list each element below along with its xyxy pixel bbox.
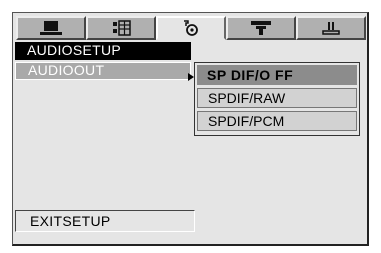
option-spdif-off[interactable]: SP DIF/O FF: [197, 65, 357, 85]
tab-general-setup[interactable]: [16, 16, 86, 40]
option-spdif-raw[interactable]: SPDIF/RAW: [197, 88, 357, 108]
tv-monitor-icon: [40, 21, 62, 35]
tab-video-setup[interactable]: [226, 16, 296, 40]
audio-setup-title: AUDIOSETUP: [15, 42, 191, 60]
audio-note-icon: [184, 20, 198, 36]
tab-bar: [16, 16, 366, 40]
preference-tray-icon: [322, 22, 340, 35]
exit-setup-button[interactable]: EXITSETUP: [15, 210, 195, 232]
tab-speaker-setup[interactable]: [86, 16, 156, 40]
option-spdif-pcm[interactable]: SPDIF/PCM: [197, 111, 357, 131]
tab-preference-setup[interactable]: [296, 16, 366, 40]
tab-audio-setup[interactable]: [156, 16, 226, 40]
audio-out-submenu: SP DIF/O FF SPDIF/RAW SPDIF/PCM: [194, 62, 360, 136]
speaker-grid-icon: [113, 20, 131, 36]
video-flag-icon: [251, 21, 271, 35]
menu-item-audio-out[interactable]: AUDIOOUT: [15, 62, 191, 80]
